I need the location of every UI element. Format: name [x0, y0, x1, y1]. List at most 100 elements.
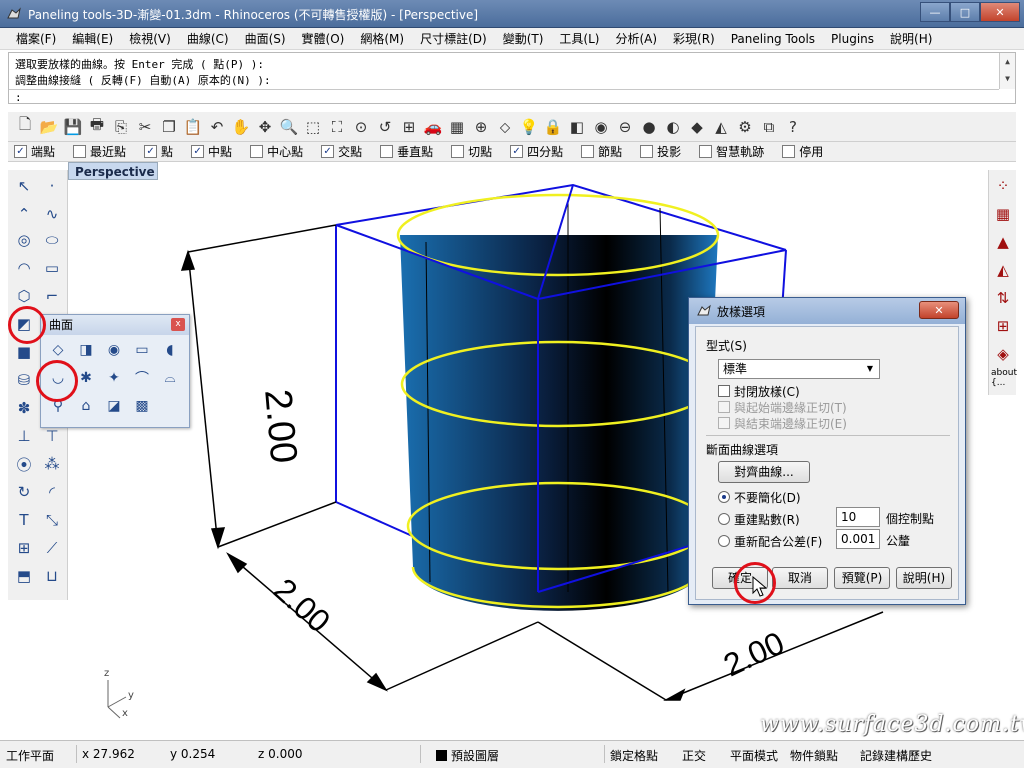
- fillet-icon[interactable]: ◜: [40, 480, 64, 504]
- zoom-extents-icon[interactable]: ⛶: [326, 116, 348, 138]
- menu-help[interactable]: 說明(H): [882, 30, 940, 47]
- layer-status[interactable]: 預設圖層: [436, 747, 499, 764]
- menu-plugins[interactable]: Plugins: [823, 32, 882, 46]
- rebuild-radio[interactable]: [718, 513, 730, 525]
- osnap-checkbox[interactable]: [250, 145, 264, 158]
- planar-surface-icon[interactable]: ◉: [103, 339, 125, 361]
- osnap-item[interactable]: 停用: [782, 143, 823, 160]
- patch-icon[interactable]: ✦: [103, 367, 125, 389]
- curve-tools-icon[interactable]: ⌐: [40, 284, 64, 308]
- polyline-icon[interactable]: ⌃: [12, 202, 36, 226]
- osnap-item[interactable]: ✓ 四分點: [510, 143, 563, 160]
- menu-file[interactable]: 檔案(F): [8, 30, 64, 47]
- select-points-icon[interactable]: ⬦: [494, 116, 516, 138]
- zoom-icon[interactable]: 🔍: [278, 116, 300, 138]
- refit-tolerance-input[interactable]: 0.001: [836, 529, 880, 549]
- history-toggle[interactable]: 記錄建構歷史: [860, 747, 932, 764]
- layer-icon[interactable]: ◧: [566, 116, 588, 138]
- osnap-item[interactable]: 垂直點: [380, 143, 433, 160]
- triangle-panel-icon[interactable]: ▲: [991, 230, 1015, 254]
- refit-radio[interactable]: [718, 535, 730, 547]
- close-button[interactable]: ✕: [980, 2, 1020, 22]
- osnap-item[interactable]: ✓ 點: [144, 143, 173, 160]
- surface-toolbar-close-icon[interactable]: x: [171, 318, 185, 331]
- osnap-checkbox[interactable]: [581, 145, 595, 158]
- lock-icon[interactable]: 🔒: [542, 116, 564, 138]
- menu-paneling-tools[interactable]: Paneling Tools: [723, 32, 823, 46]
- dialog-close-button[interactable]: ✕: [919, 301, 959, 319]
- arc-icon[interactable]: ◠: [12, 256, 36, 280]
- osnap-toggle[interactable]: 物件鎖點: [790, 747, 838, 764]
- grid-icon[interactable]: ▦: [446, 116, 468, 138]
- group-icon[interactable]: ⁂: [40, 452, 64, 476]
- dialog-title-bar[interactable]: 放樣選項 ✕: [689, 298, 965, 324]
- osnap-item[interactable]: ✓ 交點: [321, 143, 362, 160]
- new-file-icon[interactable]: 🗋: [14, 115, 36, 138]
- red-grid-icon[interactable]: ⊞: [991, 314, 1015, 338]
- osnap-item[interactable]: 智慧軌跡: [699, 143, 764, 160]
- select-arrow-icon[interactable]: ↖: [12, 174, 36, 198]
- surface-from-points-icon[interactable]: ◇: [47, 339, 69, 361]
- surface-cylinder-icon[interactable]: ◖: [159, 339, 181, 361]
- plugin-icon[interactable]: ⧉: [758, 116, 780, 138]
- wireframe-sphere-icon[interactable]: ⊖: [614, 116, 636, 138]
- menu-transform[interactable]: 變動(T): [495, 30, 552, 47]
- viewport-tab[interactable]: Perspective: [68, 162, 158, 180]
- render-box-icon[interactable]: ⬒: [12, 564, 36, 588]
- sweep2-icon[interactable]: ⌓: [159, 367, 181, 389]
- osnap-item[interactable]: ✓ 端點: [14, 143, 55, 160]
- split-icon[interactable]: ⊥: [12, 424, 36, 448]
- dimension-icon[interactable]: ⊔: [40, 564, 64, 588]
- open-file-icon[interactable]: 📂: [38, 116, 60, 138]
- osnap-checkbox[interactable]: [451, 145, 465, 158]
- cut-icon[interactable]: ✂: [134, 116, 156, 138]
- command-scrollbar[interactable]: ▲ ▼: [999, 53, 1015, 89]
- network-surface-icon[interactable]: ✱: [75, 367, 97, 389]
- menu-solid[interactable]: 實體(O): [294, 30, 353, 47]
- menu-view[interactable]: 檢視(V): [121, 30, 179, 47]
- ellipse-icon[interactable]: ⬭: [40, 228, 64, 252]
- help-icon[interactable]: ?: [782, 116, 804, 138]
- point-icon[interactable]: ·: [40, 174, 64, 198]
- osnap-checkbox[interactable]: ✓: [14, 145, 27, 158]
- rotate-icon[interactable]: ↻: [12, 480, 36, 504]
- rectangle-icon[interactable]: ▭: [40, 256, 64, 280]
- arrow-grid-icon[interactable]: ⇅: [991, 286, 1015, 310]
- cancel-button[interactable]: 取消: [772, 567, 828, 589]
- text-icon[interactable]: T: [12, 508, 36, 532]
- help-button[interactable]: 說明(H): [896, 567, 952, 589]
- osnap-checkbox[interactable]: ✓: [510, 145, 524, 158]
- closed-loft-checkbox[interactable]: [718, 385, 730, 397]
- render-sphere-icon[interactable]: ●: [638, 116, 660, 138]
- align-curves-button[interactable]: 對齊曲線...: [718, 461, 810, 483]
- cylinder-icon[interactable]: ⛁: [12, 368, 36, 392]
- planar-toggle[interactable]: 平面模式: [730, 747, 778, 764]
- osnap-checkbox[interactable]: [380, 145, 394, 158]
- rhino-app-icon[interactable]: [6, 6, 22, 22]
- menu-edit[interactable]: 編輯(E): [64, 30, 121, 47]
- osnap-checkbox[interactable]: ✓: [321, 145, 335, 158]
- print-icon[interactable]: 🖶: [86, 115, 108, 138]
- rebuild-count-input[interactable]: 10: [836, 507, 880, 527]
- menu-curve[interactable]: 曲線(C): [179, 30, 237, 47]
- menu-mesh[interactable]: 網格(M): [352, 30, 412, 47]
- grid-snap-toggle[interactable]: 鎖定格點: [610, 747, 658, 764]
- osnap-checkbox[interactable]: ✓: [191, 145, 205, 158]
- menu-tools[interactable]: 工具(L): [551, 30, 607, 47]
- zoom-selected-icon[interactable]: ⊙: [350, 116, 372, 138]
- shaded-sphere-icon[interactable]: ◐: [662, 116, 684, 138]
- osnap-item[interactable]: 節點: [581, 143, 622, 160]
- grid-cells-icon[interactable]: ▦: [991, 202, 1015, 226]
- undo-icon[interactable]: ↶: [206, 116, 228, 138]
- menu-analyze[interactable]: 分析(A): [607, 30, 665, 47]
- osnap-item[interactable]: ✓ 中點: [191, 143, 232, 160]
- rail-revolve-icon[interactable]: ⌂: [75, 395, 97, 417]
- diamond-panel-icon[interactable]: ◈: [991, 342, 1015, 366]
- paste-icon[interactable]: 📋: [182, 116, 204, 138]
- polygon-icon[interactable]: ⬡: [12, 284, 36, 308]
- car-icon[interactable]: 🚗: [422, 116, 444, 138]
- menu-dimension[interactable]: 尺寸標註(D): [412, 30, 495, 47]
- preview-button[interactable]: 預覽(P): [834, 567, 890, 589]
- menu-surface[interactable]: 曲面(S): [237, 30, 294, 47]
- circle-icon[interactable]: ◎: [12, 228, 36, 252]
